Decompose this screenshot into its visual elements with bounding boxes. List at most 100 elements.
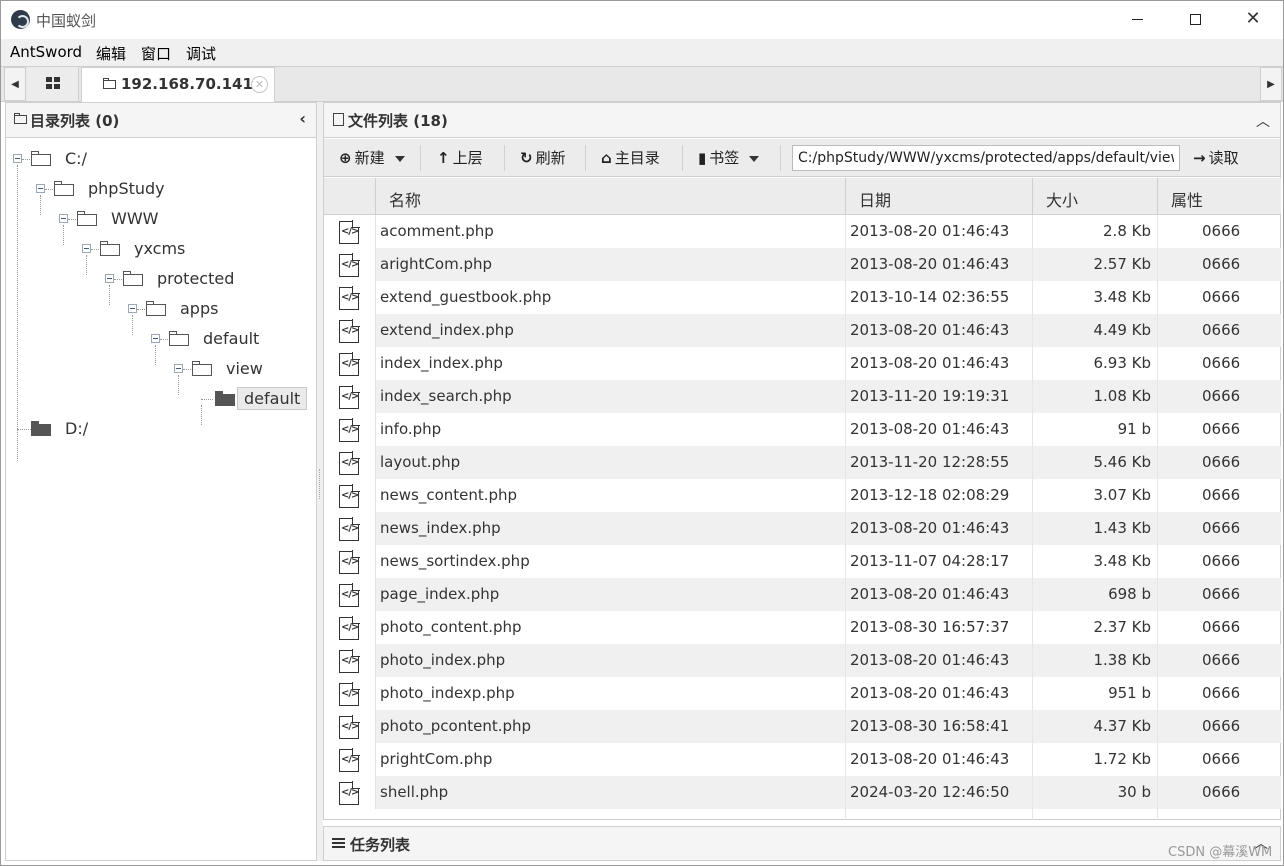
- file-row[interactable]: </> prightCom.php 2013-08-20 01:46:43 1.72 …: [324, 743, 1281, 776]
- file-row[interactable]: </> photo_pcontent.php 2013-08-30 16:58:41…: [324, 710, 1281, 743]
- file-row[interactable]: </> news_content.php 2013-12-18 02:08:29 3.…: [324, 479, 1281, 512]
- file-grid-header: 名称 日期 大小 属性: [324, 178, 1281, 215]
- file-row[interactable]: </> photo_index.php 2013-08-20 01:46:43 1.3…: [324, 644, 1281, 677]
- file-name: page_index.php: [380, 585, 500, 603]
- file-icon-cell: </>: [324, 314, 376, 347]
- tab-label: 192.168.70.141: [121, 75, 253, 93]
- bookmarks-button[interactable]: ▮ 书签: [698, 139, 760, 177]
- arrow-right-icon: →: [1193, 149, 1206, 167]
- file-icon-cell: </>: [324, 776, 376, 809]
- file-row[interactable]: </> index_search.php 2013-11-20 19:19:31 1.…: [324, 380, 1281, 413]
- file-attr: 0666: [1202, 585, 1241, 603]
- tree-collapse-icon[interactable]: [105, 274, 114, 283]
- tree-collapse-icon[interactable]: [128, 304, 137, 313]
- file-row[interactable]: </> extend_guestbook.php 2013-10-14 02:36:…: [324, 281, 1281, 314]
- file-row[interactable]: </> acomment.php 2013-08-20 01:46:43 2.8 Kb…: [324, 215, 1281, 248]
- folder-icon: [14, 113, 27, 124]
- tree-collapse-icon[interactable]: [36, 184, 45, 193]
- column-header-attr[interactable]: 属性: [1157, 178, 1281, 215]
- refresh-icon: ↻: [520, 149, 533, 167]
- file-attr: 0666: [1202, 321, 1241, 339]
- file-icon-cell: </>: [324, 347, 376, 380]
- file-row[interactable]: </> page_index.php 2013-08-20 01:46:43 698 …: [324, 578, 1281, 611]
- plus-circle-icon: ⊕: [339, 149, 352, 167]
- file-date: 2013-08-30 16:57:37: [850, 618, 1010, 636]
- watermark: CSDN @幕溪WM: [1168, 845, 1273, 860]
- file-size: 1.38 Kb: [1093, 651, 1151, 669]
- file-size: 1.72 Kb: [1093, 750, 1151, 768]
- splitter-grip[interactable]: [319, 469, 321, 499]
- tree-collapse-icon[interactable]: [13, 154, 22, 163]
- tab-scroll-right-button[interactable]: ▶: [1260, 67, 1282, 101]
- php-file-icon: </>: [339, 286, 360, 310]
- file-row[interactable]: </> extend_index.php 2013-08-20 01:46:43 4.…: [324, 314, 1281, 347]
- read-path-button[interactable]: → 读取: [1193, 139, 1239, 177]
- collapse-up-icon[interactable]: ︿: [1256, 111, 1270, 131]
- menu-window[interactable]: 窗口: [141, 43, 171, 64]
- file-row[interactable]: </> shell.php 2024-03-20 12:46:50 30 b 0666: [324, 776, 1281, 809]
- file-name: index_search.php: [380, 387, 512, 405]
- directory-tree: C:/ phpStudy WWW yxcms protected apps de…: [6, 139, 316, 859]
- new-button-label: 新建: [354, 149, 385, 167]
- php-file-icon: </>: [339, 451, 360, 475]
- directory-panel-title: 目录列表 (0): [30, 112, 120, 130]
- tab-scroll-left-button[interactable]: ◀: [4, 67, 26, 101]
- new-button[interactable]: ⊕ 新建: [339, 139, 405, 177]
- php-file-icon: </>: [339, 715, 360, 739]
- menu-edit[interactable]: 编辑: [96, 43, 126, 64]
- file-size: 2.37 Kb: [1093, 618, 1151, 636]
- tree-collapse-icon[interactable]: [151, 334, 160, 343]
- refresh-label: 刷新: [535, 149, 566, 167]
- file-row[interactable]: </> index_index.php 2013-08-20 01:46:43 6.9…: [324, 347, 1281, 380]
- folder-icon: [103, 78, 116, 89]
- minimize-button[interactable]: [1108, 1, 1166, 39]
- tree-collapse-icon[interactable]: [59, 214, 68, 223]
- refresh-button[interactable]: ↻ 刷新: [520, 139, 566, 177]
- tree-node-label: D:/: [65, 419, 89, 438]
- column-header-name[interactable]: 名称: [375, 178, 845, 215]
- php-file-icon: </>: [339, 550, 360, 574]
- title-bar: 中国蚁剑 ✕: [1, 1, 1283, 39]
- tab-home[interactable]: [27, 67, 79, 101]
- column-header-date[interactable]: 日期: [845, 178, 1032, 215]
- column-header-size[interactable]: 大小: [1032, 178, 1157, 215]
- home-dir-button[interactable]: ⌂ 主目录: [601, 139, 660, 177]
- tree-collapse-icon[interactable]: [174, 364, 183, 373]
- file-row[interactable]: </> info.php 2013-08-20 01:46:43 91 b 0666: [324, 413, 1281, 446]
- menu-debug[interactable]: 调试: [186, 43, 216, 64]
- menu-bar: AntSword 编辑 窗口 调试: [1, 39, 1283, 66]
- menu-antsword[interactable]: AntSword: [10, 43, 82, 61]
- file-icon-cell: </>: [324, 743, 376, 776]
- file-attr: 0666: [1202, 684, 1241, 702]
- file-row[interactable]: </> news_index.php 2013-08-20 01:46:43 1.43…: [324, 512, 1281, 545]
- close-button[interactable]: ✕: [1224, 1, 1282, 39]
- file-size: 951 b: [1108, 684, 1151, 702]
- tree-collapse-icon[interactable]: [82, 244, 91, 253]
- collapse-panel-icon[interactable]: ‹: [299, 109, 306, 128]
- tab-close-icon[interactable]: ✕: [251, 76, 268, 93]
- file-row[interactable]: </> arightCom.php 2013-08-20 01:46:43 2.57 …: [324, 248, 1281, 281]
- file-name: acomment.php: [380, 222, 494, 240]
- maximize-button[interactable]: [1166, 1, 1224, 39]
- file-attr: 0666: [1202, 717, 1241, 735]
- chevron-down-icon: [394, 155, 405, 162]
- file-attr: 0666: [1202, 552, 1241, 570]
- file-row[interactable]: </> photo_content.php 2013-08-30 16:57:37 2…: [324, 611, 1281, 644]
- file-row[interactable]: </> news_sortindex.php 2013-11-07 04:28:17…: [324, 545, 1281, 578]
- tree-node-label: apps: [180, 299, 219, 318]
- file-size: 3.07 Kb: [1093, 486, 1151, 504]
- close-icon: ✕: [1245, 8, 1261, 29]
- tab-shell-session[interactable]: 192.168.70.141 ✕: [81, 67, 275, 102]
- file-row[interactable]: </> photo_indexp.php 2013-08-20 01:46:43 95…: [324, 677, 1281, 710]
- file-row[interactable]: </> layout.php 2013-11-20 12:28:55 5.46 Kb 0…: [324, 446, 1281, 479]
- up-level-button[interactable]: ↑ 上层: [437, 139, 483, 177]
- path-input[interactable]: [792, 145, 1180, 171]
- file-date: 2013-08-20 01:46:43: [850, 321, 1010, 339]
- file-date: 2013-12-18 02:08:29: [850, 486, 1010, 504]
- php-file-icon: </>: [339, 583, 360, 607]
- file-size: 5.46 Kb: [1093, 453, 1151, 471]
- task-panel: 任务列表 ︿: [323, 826, 1281, 861]
- folder-icon: [77, 211, 97, 226]
- file-panel-header: 文件列表 (18) ︿: [324, 103, 1280, 138]
- file-name: photo_indexp.php: [380, 684, 515, 702]
